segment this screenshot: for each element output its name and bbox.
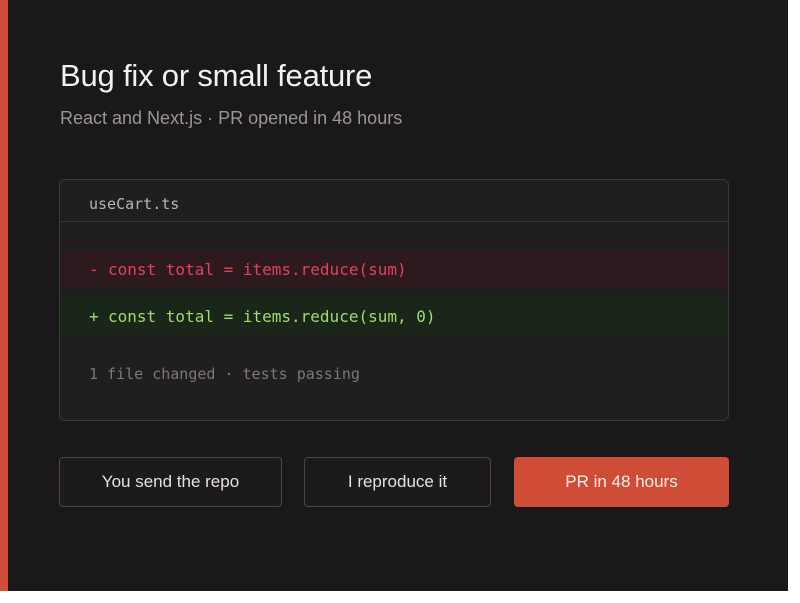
diff-removed-line: - const total = items.reduce(sum) [60,251,728,288]
diff-removed-code: const total = items.reduce(sum) [108,260,407,279]
step-reproduce-button[interactable]: I reproduce it [304,457,491,507]
step-pr-button[interactable]: PR in 48 hours [514,457,729,507]
step-send-repo-button[interactable]: You send the repo [59,457,282,507]
diff-minus-sign: - [89,260,99,279]
code-diff-panel: useCart.ts - const total = items.reduce(s… [59,179,729,421]
page-title: Bug fix or small feature [60,58,373,93]
offer-card: Bug fix or small feature React and Next.… [0,0,788,591]
code-panel-header: useCart.ts [60,180,728,222]
diff-added-code: const total = items.reduce(sum, 0) [108,307,436,326]
page-subtitle: React and Next.js · PR opened in 48 hour… [60,108,403,128]
diff-added-line: + const total = items.reduce(sum, 0) [60,298,728,335]
code-filename: useCart.ts [89,195,180,213]
diff-plus-sign: + [89,307,99,326]
diff-summary: 1 file changed · tests passing [89,365,360,383]
